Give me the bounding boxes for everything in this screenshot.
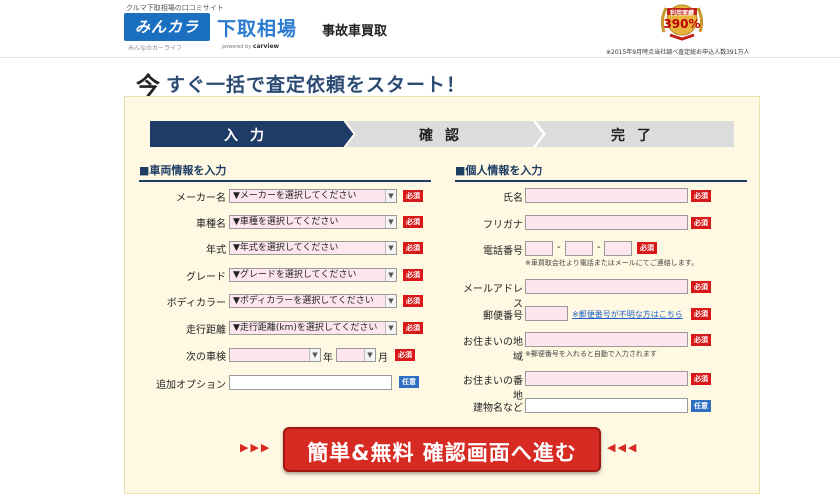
chevron-down-icon: ▼ [385,295,396,307]
required-badge: 必須 [691,373,711,385]
required-badge: 必須 [637,242,657,254]
chevron-down-icon: ▼ [385,190,396,202]
color-select-value: ▼ボディカラーを選択してください [233,296,374,306]
inspection-year-select[interactable]: ▼ [229,348,321,362]
medal-value: 390% [663,17,701,31]
chevron-down-icon: ▼ [364,349,375,361]
maker-label: メーカー名 [176,193,226,204]
powered-by-text: powered by [222,44,252,50]
required-badge: 必須 [691,217,711,229]
optional-badge: 任意 [399,376,419,388]
inspection-label: 次の車検 [186,352,226,363]
inspection-month-unit: 月 [378,353,388,364]
mileage-label: 走行距離 [186,325,226,336]
zip-lookup-link[interactable]: ※郵便番号が不明な方はこちら [572,309,683,320]
step-complete: 完了 [611,128,663,144]
inspection-year-unit: 年 [323,353,333,364]
phone-input-3[interactable] [604,241,632,256]
service-title: 事故車買取 [322,24,388,39]
phone-note: ※車買取会社より電話またはメールにてご連絡します。 [525,259,699,267]
grade-select[interactable]: ▼グレードを選択してください ▼ [229,268,397,282]
options-label: 追加オプション [156,380,226,391]
mileage-select-value: ▼走行距離(km)を選択してください [233,323,378,333]
year-select[interactable]: ▼年式を選択してください ▼ [229,241,397,255]
required-badge: 必須 [403,242,423,254]
color-select[interactable]: ▼ボディカラーを選択してください ▼ [229,294,397,308]
model-label: 車種名 [196,219,226,230]
model-select[interactable]: ▼車種を選択してください ▼ [229,215,397,229]
optional-badge: 任意 [691,400,711,412]
required-badge: 必須 [403,216,423,228]
phone-separator: - [557,242,561,253]
address-label: お住まいの番地 [463,376,523,402]
options-input[interactable] [229,375,392,390]
maker-select[interactable]: ▼メーカーを選択してください ▼ [229,189,397,203]
email-label: メールアドレス [463,284,523,310]
person-section-title: ■個人情報を入力 [455,162,747,182]
brand-title: 下取相場 [217,18,298,40]
powered-by: powered by carview [222,43,279,50]
car-section-title: ■車両情報を入力 [139,162,431,182]
minkara-logo[interactable]: みんカラ [124,13,210,41]
grade-label: グレード [186,272,226,283]
required-badge: 必須 [403,295,423,307]
confirm-button[interactable]: 簡単&無料 確認画面へ進む [283,427,601,472]
building-label: 建物名など [473,403,523,414]
cta-left-arrows: ▶▶▶ [240,441,272,454]
maker-select-value: ▼メーカーを選択してください [233,191,357,201]
chevron-down-icon: ▼ [385,216,396,228]
phone-input-1[interactable] [525,241,553,256]
year-select-value: ▼年式を選択してください [233,243,339,253]
required-badge: 必須 [691,190,711,202]
step-input: 入力 [224,128,276,144]
grade-select-value: ▼グレードを選択してください [233,270,357,280]
required-badge: 必須 [395,349,415,361]
chevron-down-icon: ▼ [385,269,396,281]
phone-input-2[interactable] [565,241,593,256]
name-label: 氏名 [503,193,523,204]
model-select-value: ▼車種を選択してください [233,217,339,227]
required-badge: 必須 [691,281,711,293]
color-label: ボディカラー [166,298,226,309]
name-input[interactable] [525,188,688,203]
site-tagline: クルマ下取相場の口コミサイト [126,4,224,12]
required-badge: 必須 [403,322,423,334]
powered-by-brand: carview [252,43,280,50]
confirm-button-label: 簡単&無料 確認画面へ進む [307,441,577,465]
stat-note: ※2015年9月時点当社調べ査定総お申込人数391万人 [606,49,750,56]
chevron-down-icon: ▼ [309,349,320,361]
inspection-month-select[interactable]: ▼ [336,348,376,362]
region-label: お住まいの地域 [463,337,523,363]
zip-label: 郵便番号 [483,311,523,322]
building-input[interactable] [525,398,688,413]
email-input[interactable] [525,279,688,294]
required-badge: 必須 [691,308,711,320]
cta-right-arrows: ◀◀◀ [607,441,639,454]
medal-label: 利用実績 [669,10,694,17]
year-label: 年式 [206,245,226,256]
required-badge: 必須 [403,269,423,281]
mileage-select[interactable]: ▼走行距離(km)を選択してください ▼ [229,321,397,335]
logo-subtitle: みんなのカーライフ [128,45,183,52]
step-confirm: 確認 [419,128,471,144]
progress-steps: 入力 確認 完了 [150,121,734,147]
page-headline: すぐ一括で査定依頼をスタート！ [166,74,467,96]
required-badge: 必須 [691,334,711,346]
kana-label: フリガナ [483,220,523,231]
phone-label: 電話番号 [483,246,523,257]
required-badge: 必須 [403,190,423,202]
region-input[interactable] [525,332,688,347]
chevron-down-icon: ▼ [385,322,396,334]
zip-input[interactable] [525,306,568,321]
region-note: ※郵便番号を入れると自動で入力されます [525,350,657,358]
address-input[interactable] [525,371,688,386]
chevron-down-icon: ▼ [385,242,396,254]
phone-separator: - [597,242,601,253]
kana-input[interactable] [525,215,688,230]
